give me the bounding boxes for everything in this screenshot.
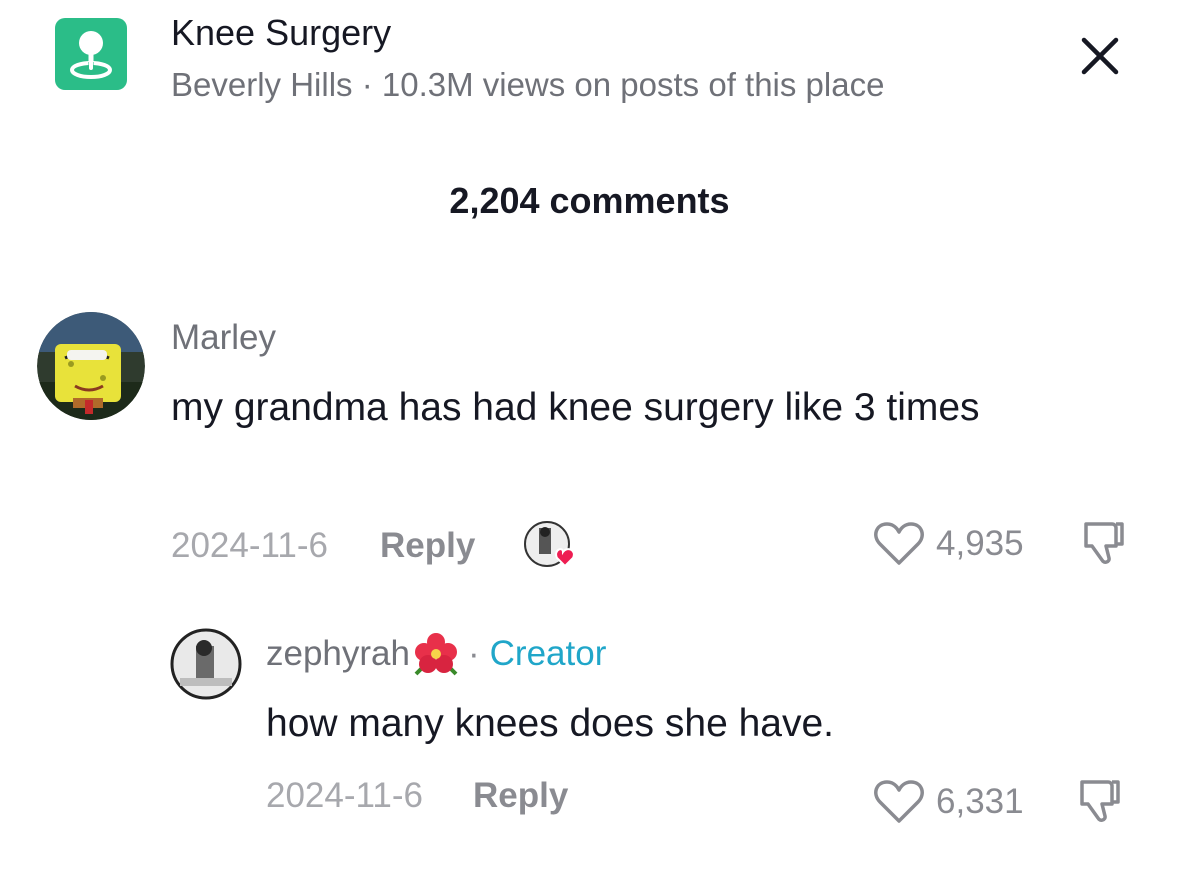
location-pin-icon[interactable] [55,18,127,90]
reply-author[interactable]: zephyrah [266,634,410,674]
reply-button[interactable]: Reply [380,526,475,566]
reply-meta: 2024-11-6 Reply [266,776,568,816]
comments-sheet: Knee Surgery Beverly Hills · 10.3M views… [0,0,1179,871]
reply-text: how many knees does she have. [266,702,835,745]
like-count: 4,935 [936,524,1024,563]
close-icon [1081,37,1119,75]
dislike-button[interactable] [1080,518,1130,568]
place-subtitle: Beverly Hills · 10.3M views on posts of … [171,66,885,103]
like-count: 6,331 [936,782,1024,821]
heart-outline-icon [874,522,924,565]
thumbs-down-icon [1080,780,1120,822]
close-button[interactable] [1072,28,1128,84]
creator-separator: · [467,634,480,673]
comment-date: 2024-11-6 [171,526,328,565]
like-button[interactable]: 4,935 [872,520,1024,568]
like-button[interactable]: 6,331 [872,778,1024,826]
reply-button[interactable]: Reply [473,776,568,816]
place-title[interactable]: Knee Surgery [171,12,391,54]
thumbs-down-icon [1084,522,1124,564]
hibiscus-flower-icon [412,632,460,676]
avatar[interactable] [170,628,242,700]
dislike-button[interactable] [1076,776,1126,826]
avatar[interactable] [37,312,145,420]
reply-date: 2024-11-6 [266,776,423,815]
comments-count: 2,204 comments [449,180,730,221]
liked-by-creator-badge [523,518,579,574]
comment-text: my grandma has had knee surgery like 3 t… [171,386,980,429]
comment-meta: 2024-11-6 Reply [171,518,579,574]
comment-author[interactable]: Marley [171,318,276,358]
creator-label: Creator [489,634,607,673]
heart-outline-icon [874,780,924,823]
reply-author-row: zephyrah · Creator [266,632,606,676]
